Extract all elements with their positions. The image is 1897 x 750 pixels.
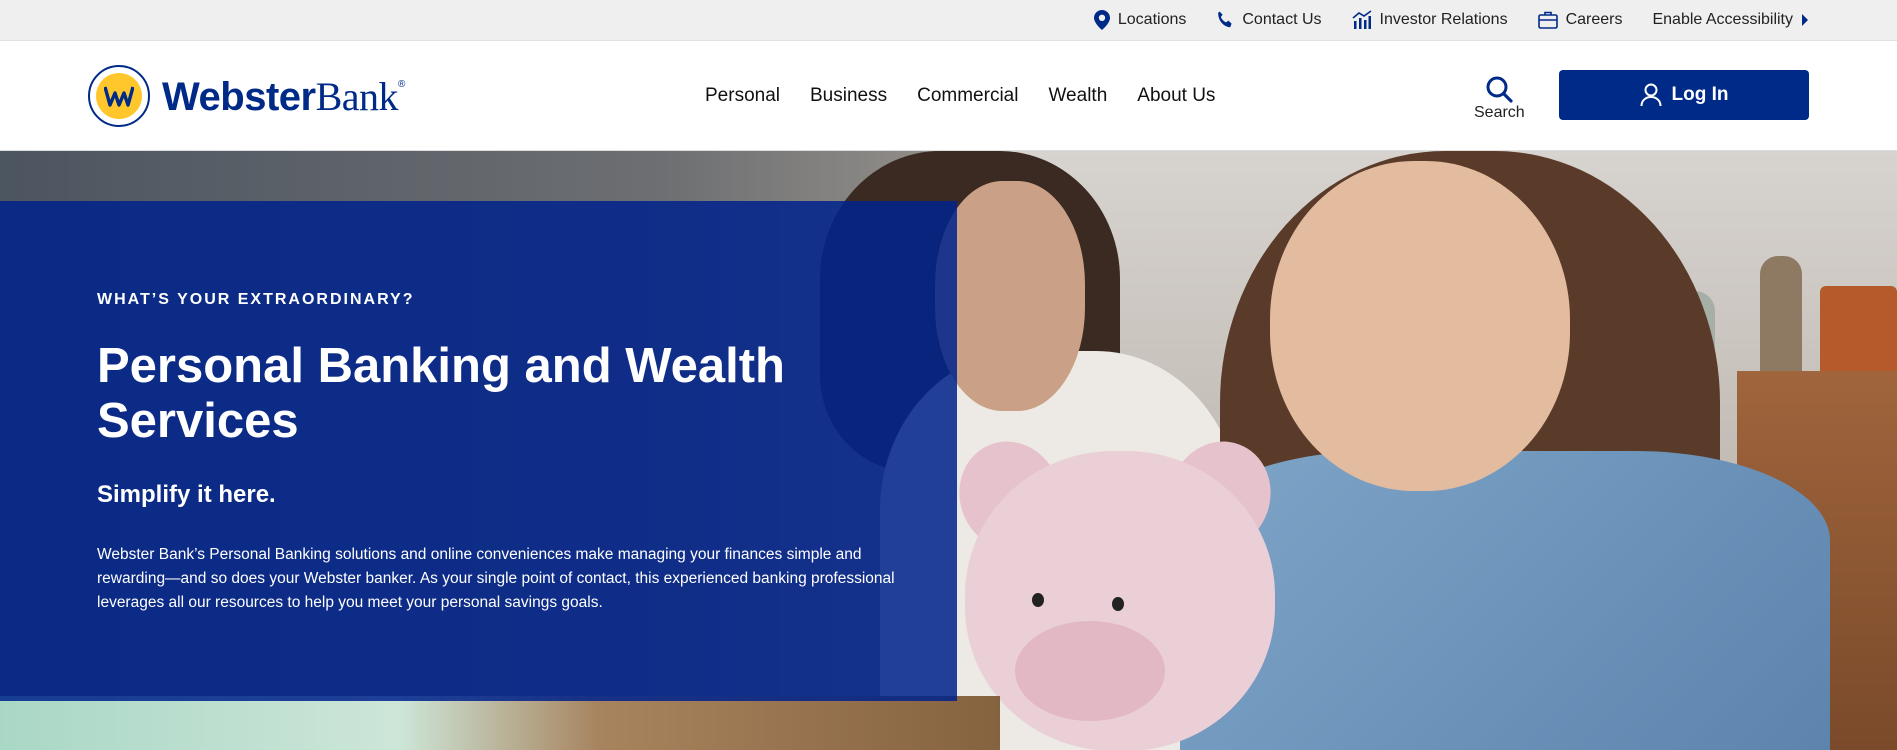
investor-chart-icon <box>1352 10 1371 29</box>
investor-relations-link[interactable]: Investor Relations <box>1352 10 1508 30</box>
location-pin-icon <box>1093 10 1110 30</box>
logo-wordmark: WebsterBank® <box>162 73 405 120</box>
logo-word-bank: Bank <box>315 73 399 119</box>
enable-accessibility-link[interactable]: Enable Accessibility <box>1652 11 1809 29</box>
nav-commercial[interactable]: Commercial <box>917 85 1018 107</box>
log-in-label: Log In <box>1671 84 1729 105</box>
w-logo-icon <box>104 86 134 107</box>
log-in-button[interactable]: Log In <box>1559 70 1809 120</box>
investor-relations-label: Investor Relations <box>1379 11 1508 28</box>
primary-nav: Personal Business Commercial Wealth Abou… <box>705 41 1245 151</box>
hero-subtitle: Simplify it here. <box>97 481 276 508</box>
nav-business[interactable]: Business <box>810 85 887 107</box>
logo-word-webster: Webster <box>162 74 316 119</box>
hero-text-panel: WHAT’S YOUR EXTRAORDINARY? Personal Bank… <box>0 201 957 701</box>
logo-registered-mark: ® <box>398 78 405 90</box>
search-button[interactable]: Search <box>1474 75 1525 122</box>
hero-body-text: Webster Bank’s Personal Banking solution… <box>97 546 895 611</box>
caret-right-icon <box>1802 14 1808 26</box>
locations-label: Locations <box>1117 11 1187 28</box>
enable-accessibility-label: Enable Accessibility <box>1652 11 1793 28</box>
nav-wealth[interactable]: Wealth <box>1048 85 1107 107</box>
careers-link[interactable]: Careers <box>1537 11 1623 29</box>
search-icon <box>1486 76 1513 103</box>
nav-personal[interactable]: Personal <box>705 85 780 107</box>
search-label: Search <box>1474 104 1525 121</box>
careers-label: Careers <box>1565 11 1623 28</box>
hero-section: WHAT’S YOUR EXTRAORDINARY? Personal Bank… <box>0 151 1897 750</box>
webster-bank-logo[interactable]: WebsterBank® <box>88 65 405 127</box>
contact-us-label: Contact Us <box>1242 11 1322 28</box>
logo-mark <box>88 65 150 127</box>
nav-about-us[interactable]: About Us <box>1137 85 1215 107</box>
briefcase-icon <box>1537 11 1558 29</box>
locations-link[interactable]: Locations <box>1093 10 1187 30</box>
main-header: WebsterBank® Personal Business Commercia… <box>0 41 1897 151</box>
utility-bar: Locations Contact Us Investor Relations … <box>0 0 1897 41</box>
hero-eyebrow: WHAT’S YOUR EXTRAORDINARY? <box>97 291 415 308</box>
user-icon <box>1640 83 1661 107</box>
phone-icon <box>1218 11 1232 28</box>
contact-us-link[interactable]: Contact Us <box>1216 11 1322 29</box>
hero-title: Personal Banking and Wealth Services <box>97 339 785 448</box>
